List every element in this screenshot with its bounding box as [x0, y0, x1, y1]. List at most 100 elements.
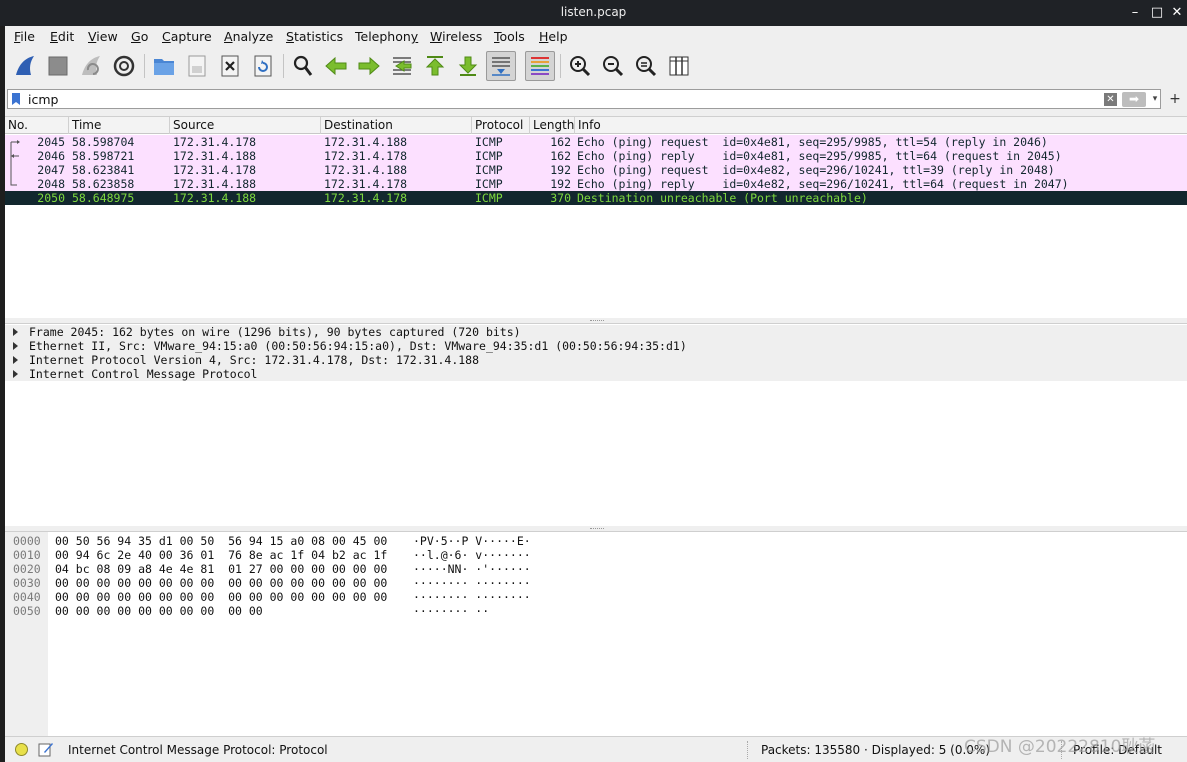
menu-view[interactable]: View — [88, 29, 118, 44]
byte-offset: 0000 — [13, 534, 41, 548]
colorize-icon[interactable] — [525, 51, 555, 81]
normal-size-icon[interactable] — [631, 51, 661, 81]
byte-offset: 0050 — [13, 604, 41, 618]
packet-no: 2046 — [37, 149, 65, 163]
filter-bookmark-icon[interactable] — [11, 92, 21, 106]
byte-ascii: ········ ·· — [413, 604, 490, 618]
resize-columns-icon[interactable] — [664, 51, 694, 81]
packet-no: 2048 — [37, 177, 65, 191]
minimize-icon[interactable]: – — [1126, 4, 1144, 22]
byte-ascii: ··l.@·6· v······· — [413, 548, 531, 562]
status-separator — [747, 741, 748, 759]
packet-row[interactable]: 2046 58.598721 172.31.4.188 172.31.4.178… — [5, 149, 1187, 163]
close-window-icon[interactable]: ✕ — [1168, 4, 1186, 22]
menu-edit[interactable]: Edit — [50, 29, 74, 44]
expand-arrow-icon[interactable] — [13, 370, 18, 378]
capture-options-icon[interactable] — [109, 51, 139, 81]
maximize-icon[interactable]: □ — [1148, 4, 1166, 22]
packet-source: 172.31.4.188 — [173, 149, 257, 163]
menu-tools[interactable]: Tools — [494, 29, 525, 44]
packet-destination: 172.31.4.188 — [324, 135, 408, 149]
clear-filter-icon[interactable]: ✕ — [1104, 93, 1117, 106]
first-packet-icon[interactable] — [420, 51, 450, 81]
column-header-source[interactable]: Source — [170, 117, 321, 134]
column-header-length[interactable]: Length — [530, 117, 575, 134]
open-file-icon[interactable] — [149, 51, 179, 81]
packet-row[interactable]: 2047 58.623841 172.31.4.178 172.31.4.188… — [5, 163, 1187, 177]
expand-arrow-icon[interactable] — [13, 342, 18, 350]
close-file-icon[interactable] — [215, 51, 245, 81]
packet-source: 172.31.4.188 — [173, 191, 257, 205]
column-header-info[interactable]: Info — [575, 117, 1187, 134]
window-titlebar: listen.pcap – □ ✕ — [0, 0, 1187, 26]
bytes-row[interactable]: 0020 04 bc 08 09 a8 4e 4e 81 01 27 00 00… — [5, 562, 1187, 576]
packet-info: Echo (ping) request id=0x4e82, seq=296/1… — [577, 163, 1055, 177]
packet-row-selected[interactable]: 2050 58.648975 172.31.4.188 172.31.4.178… — [5, 191, 1187, 205]
packet-row[interactable]: 2045 58.598704 172.31.4.178 172.31.4.188… — [5, 135, 1187, 149]
bytes-row[interactable]: 0010 00 94 6c 2e 40 00 36 01 76 8e ac 1f… — [5, 548, 1187, 562]
capture-comment-icon[interactable] — [38, 741, 54, 757]
find-packet-icon[interactable] — [288, 51, 318, 81]
packet-time: 58.623858 — [72, 177, 135, 191]
bytes-row[interactable]: 0000 00 50 56 94 35 d1 00 50 56 94 15 a0… — [5, 534, 1187, 548]
packet-bytes-pane: 0000 00 50 56 94 35 d1 00 50 56 94 15 a0… — [5, 531, 1187, 737]
add-filter-button[interactable]: + — [1167, 89, 1183, 109]
packet-time: 58.623841 — [72, 163, 135, 177]
byte-hex: 00 50 56 94 35 d1 00 50 56 94 15 a0 08 0… — [55, 534, 388, 548]
column-header-no[interactable]: No. — [5, 117, 69, 134]
detail-tree-item[interactable]: Frame 2045: 162 bytes on wire (1296 bits… — [5, 325, 1187, 339]
menu-help[interactable]: Help — [539, 29, 568, 44]
expand-arrow-icon[interactable] — [13, 356, 18, 364]
detail-label: Internet Protocol Version 4, Src: 172.31… — [29, 353, 480, 367]
filter-history-dropdown-icon[interactable]: ▾ — [1150, 92, 1160, 107]
zoom-in-icon[interactable] — [565, 51, 595, 81]
bytes-row[interactable]: 0040 00 00 00 00 00 00 00 00 00 00 00 00… — [5, 590, 1187, 604]
save-file-icon[interactable] — [182, 51, 212, 81]
column-header-time[interactable]: Time — [69, 117, 170, 134]
go-back-icon[interactable] — [321, 51, 351, 81]
auto-scroll-icon[interactable] — [486, 51, 516, 81]
packet-count-status: Packets: 135580 · Displayed: 5 (0.0%) — [761, 743, 991, 757]
byte-hex: 00 00 00 00 00 00 00 00 00 00 00 00 00 0… — [55, 576, 388, 590]
go-to-packet-icon[interactable] — [387, 51, 417, 81]
shark-fin-start-icon[interactable] — [10, 51, 40, 81]
byte-offset: 0010 — [13, 548, 41, 562]
bytes-row[interactable]: 0030 00 00 00 00 00 00 00 00 00 00 00 00… — [5, 576, 1187, 590]
menu-statistics[interactable]: Statistics — [286, 29, 343, 44]
menu-capture[interactable]: Capture — [162, 29, 212, 44]
menu-wireless[interactable]: Wireless — [430, 29, 482, 44]
toolbar-separator — [283, 54, 284, 78]
byte-ascii: ·PV·5··P V·····E· — [413, 534, 531, 548]
byte-ascii: ·····NN· ·'······ — [413, 562, 531, 576]
detail-label: Internet Control Message Protocol — [29, 367, 258, 381]
packet-row[interactable]: 2048 58.623858 172.31.4.188 172.31.4.178… — [5, 177, 1187, 191]
last-packet-icon[interactable] — [453, 51, 483, 81]
packet-source: 172.31.4.178 — [173, 135, 257, 149]
menu-go[interactable]: Go — [131, 29, 148, 44]
splitter-grip — [590, 528, 604, 530]
menu-analyze[interactable]: Analyze — [224, 29, 273, 44]
apply-filter-icon[interactable]: ➡ — [1122, 92, 1146, 107]
restart-capture-icon[interactable] — [76, 51, 106, 81]
detail-tree-item[interactable]: Internet Protocol Version 4, Src: 172.31… — [5, 353, 1187, 367]
detail-tree-item[interactable]: Ethernet II, Src: VMware_94:15:a0 (00:50… — [5, 339, 1187, 353]
menu-file[interactable]: File — [14, 29, 35, 44]
detail-label: Ethernet II, Src: VMware_94:15:a0 (00:50… — [29, 339, 687, 353]
display-filter-bar: ✕ ➡ ▾ — [7, 89, 1161, 109]
bytes-row[interactable]: 0050 00 00 00 00 00 00 00 00 00 00 ·····… — [5, 604, 1187, 618]
reload-file-icon[interactable] — [248, 51, 278, 81]
column-header-destination[interactable]: Destination — [321, 117, 472, 134]
expert-info-led-icon[interactable] — [15, 743, 28, 756]
detail-tree-item[interactable]: Internet Control Message Protocol — [5, 367, 1187, 381]
column-header-protocol[interactable]: Protocol — [472, 117, 530, 134]
display-filter-input[interactable] — [28, 91, 1078, 107]
byte-hex: 00 00 00 00 00 00 00 00 00 00 — [55, 604, 263, 618]
byte-ascii: ········ ········ — [413, 576, 531, 590]
detail-label: Frame 2045: 162 bytes on wire (1296 bits… — [29, 325, 521, 339]
zoom-out-icon[interactable] — [598, 51, 628, 81]
go-forward-icon[interactable] — [354, 51, 384, 81]
stop-capture-icon[interactable] — [43, 51, 73, 81]
menu-telephony[interactable]: Telephony — [355, 29, 418, 44]
packet-protocol: ICMP — [475, 177, 503, 191]
expand-arrow-icon[interactable] — [13, 328, 18, 336]
